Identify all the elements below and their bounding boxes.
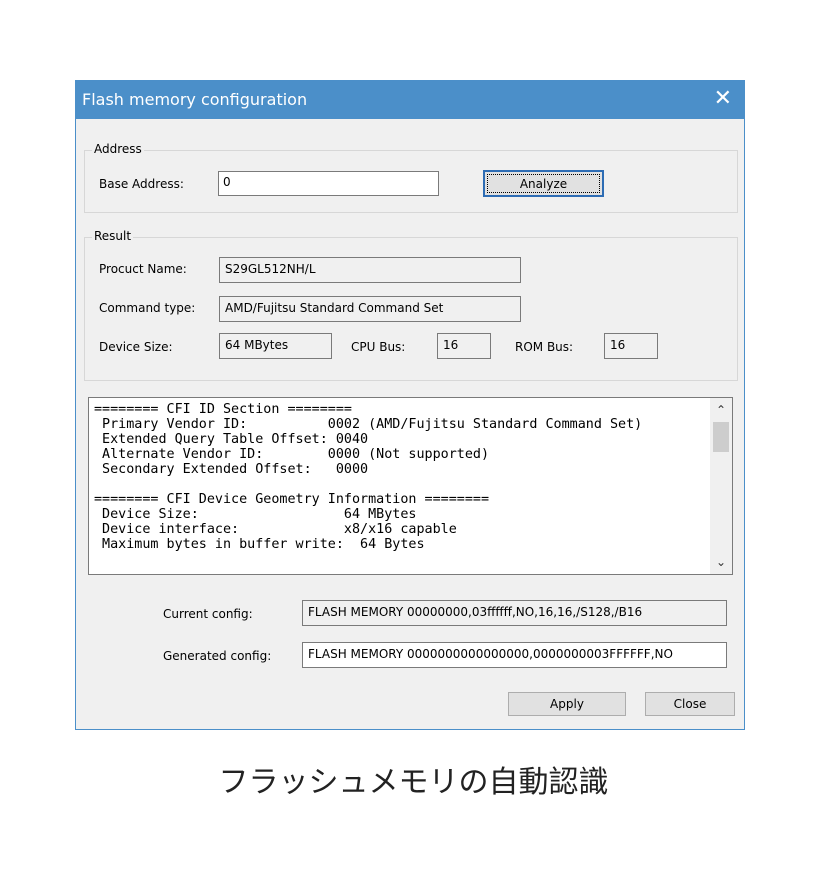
close-icon[interactable]: ✕ bbox=[714, 86, 732, 112]
base-address-label: Base Address: bbox=[99, 177, 184, 191]
current-config-label: Current config: bbox=[163, 607, 253, 621]
chevron-up-icon[interactable]: ⌃ bbox=[710, 400, 732, 420]
analyze-button[interactable]: Analyze bbox=[483, 170, 604, 197]
rom-bus-field: 16 bbox=[604, 333, 658, 359]
command-type-label: Command type: bbox=[99, 301, 196, 315]
device-size-field: 64 MBytes bbox=[219, 333, 332, 359]
command-type-field: AMD/Fujitsu Standard Command Set bbox=[219, 296, 521, 322]
product-name-label: Procuct Name: bbox=[99, 262, 187, 276]
apply-button[interactable]: Apply bbox=[508, 692, 626, 716]
window-title: Flash memory configuration bbox=[82, 90, 308, 109]
log-scrollbar[interactable]: ⌃ ⌄ bbox=[710, 398, 732, 574]
result-group-label: Result bbox=[92, 229, 134, 243]
cpu-bus-field: 16 bbox=[437, 333, 491, 359]
cfi-log-text: ======== CFI ID Section ======== Primary… bbox=[94, 402, 643, 552]
apply-button-label: Apply bbox=[550, 697, 584, 711]
close-button-label: Close bbox=[673, 697, 707, 711]
chevron-down-icon[interactable]: ⌄ bbox=[710, 552, 732, 572]
generated-config-label: Generated config: bbox=[163, 649, 272, 663]
caption-text: フラッシュメモリの自動認識 bbox=[218, 765, 609, 800]
base-address-input[interactable]: 0 bbox=[218, 171, 439, 196]
title-bar[interactable]: Flash memory configuration ✕ bbox=[76, 81, 744, 119]
analyze-button-label: Analyze bbox=[519, 177, 568, 191]
generated-config-field[interactable]: FLASH MEMORY 0000000000000000,0000000003… bbox=[302, 642, 727, 668]
current-config-field: FLASH MEMORY 00000000,03ffffff,NO,16,16,… bbox=[302, 600, 727, 626]
close-button[interactable]: Close bbox=[645, 692, 735, 716]
cfi-log-textarea[interactable]: ======== CFI ID Section ======== Primary… bbox=[88, 397, 733, 575]
address-group-label: Address bbox=[92, 142, 144, 156]
product-name-field: S29GL512NH/L bbox=[219, 257, 521, 283]
flash-config-dialog: Flash memory configuration ✕ Address Bas… bbox=[75, 80, 745, 730]
device-size-label: Device Size: bbox=[99, 340, 173, 354]
rom-bus-label: ROM Bus: bbox=[515, 340, 574, 354]
cpu-bus-label: CPU Bus: bbox=[351, 340, 406, 354]
scroll-thumb[interactable] bbox=[713, 422, 729, 452]
